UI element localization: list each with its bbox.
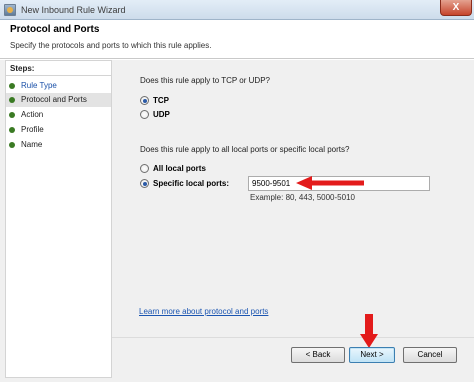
tcp-label[interactable]: TCP [153, 96, 169, 105]
window-title: New Inbound Rule Wizard [21, 5, 126, 15]
step-status-dot-icon [9, 127, 15, 133]
step-label: Name [21, 140, 43, 149]
learn-more-link[interactable]: Learn more about protocol and ports [139, 307, 268, 316]
step-label: Profile [21, 125, 44, 134]
step-label: Rule Type [21, 81, 57, 90]
back-button[interactable]: < Back [291, 347, 345, 363]
step-status-dot-icon [9, 142, 15, 148]
steps-pane: Steps: Rule Type Protocol and Ports Acti… [5, 60, 112, 378]
step-action[interactable]: Action [6, 108, 111, 122]
steps-title: Steps: [10, 64, 35, 73]
step-protocol-and-ports[interactable]: Protocol and Ports [6, 93, 111, 107]
steps-divider [6, 75, 111, 76]
step-label: Action [21, 110, 44, 119]
all-local-ports-label[interactable]: All local ports [153, 164, 206, 173]
udp-radio[interactable] [140, 110, 149, 119]
tcp-radio[interactable] [140, 96, 149, 105]
step-status-dot-icon [9, 97, 15, 103]
red-arrow-left-icon [296, 176, 364, 190]
ports-question: Does this rule apply to all local ports … [140, 145, 350, 154]
red-arrow-down-icon [360, 314, 378, 348]
cancel-button[interactable]: Cancel [403, 347, 457, 363]
wizard-header: Protocol and Ports Specify the protocols… [0, 20, 474, 59]
ports-example: Example: 80, 443, 5000-5010 [250, 193, 355, 202]
step-status-dot-icon [9, 83, 15, 89]
close-button[interactable]: X [440, 0, 472, 16]
page-subtitle: Specify the protocols and ports to which… [10, 41, 212, 50]
step-label: Protocol and Ports [21, 95, 87, 104]
specific-local-ports-label[interactable]: Specific local ports: [153, 179, 229, 188]
step-name[interactable]: Name [6, 138, 111, 152]
specific-local-ports-radio[interactable] [140, 179, 149, 188]
page-title: Protocol and Ports [10, 24, 100, 35]
firewall-app-icon [4, 4, 16, 16]
protocol-ports-panel: Does this rule apply to TCP or UDP? TCP … [118, 60, 470, 378]
window-titlebar: New Inbound Rule Wizard X [0, 0, 474, 20]
next-button[interactable]: Next > [349, 347, 395, 363]
protocol-question: Does this rule apply to TCP or UDP? [140, 76, 270, 85]
step-rule-type[interactable]: Rule Type [6, 79, 111, 93]
button-divider [112, 337, 474, 338]
all-local-ports-radio[interactable] [140, 164, 149, 173]
step-status-dot-icon [9, 112, 15, 118]
step-profile[interactable]: Profile [6, 123, 111, 137]
udp-label[interactable]: UDP [153, 110, 170, 119]
